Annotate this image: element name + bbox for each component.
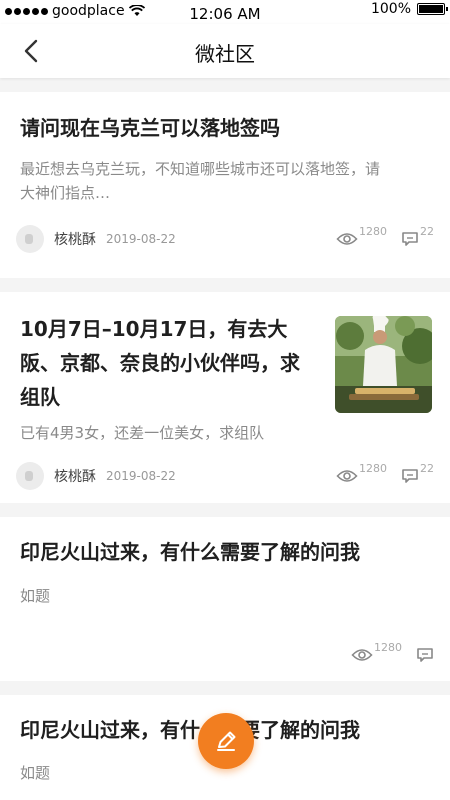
post-card[interactable]: 10月7日–10月17日，有去大阪、京都、奈良的小伙伴吗，求组队 已有4男3女，… <box>0 292 450 503</box>
nav-bar: 微社区 <box>0 24 450 78</box>
battery-fill <box>419 5 443 13</box>
post-meta: 核桃酥 2019-08-22 1280 22 <box>16 225 434 253</box>
author-name[interactable]: 核桃酥 <box>54 466 96 486</box>
views-stat: 1280 <box>351 641 402 663</box>
status-bar: goodplace 12:06 AM 100% <box>0 0 450 24</box>
comment-icon <box>402 469 418 483</box>
post-title: 10月7日–10月17日，有去大阪、京都、奈良的小伙伴吗，求组队 <box>20 317 300 409</box>
comments-count: 22 <box>420 224 434 238</box>
post-meta: 核桃酥 2019-08-22 1280 22 <box>16 462 434 490</box>
post-title: 印尼火山过来，有什么需要了解的问我 <box>20 540 360 564</box>
post-stats: 1280 <box>351 641 434 663</box>
eye-icon <box>336 233 358 245</box>
page-title: 微社区 <box>195 42 255 66</box>
post-meta: 1280 <box>16 641 434 669</box>
pencil-icon <box>217 731 236 751</box>
views-count: 1280 <box>374 640 402 654</box>
post-card[interactable]: 请问现在乌克兰可以落地签吗 最近想去乌克兰玩，不知道哪些城市还可以落地签，请大神… <box>0 92 450 278</box>
post-thumbnail <box>335 316 432 413</box>
comments-stat[interactable] <box>416 647 434 663</box>
post-title: 请问现在乌克兰可以落地签吗 <box>20 116 280 140</box>
battery-group: 100% <box>370 1 448 17</box>
comments-count: 22 <box>420 461 434 475</box>
comments-stat[interactable]: 22 <box>401 225 434 247</box>
views-count: 1280 <box>359 461 387 475</box>
post-date: 2019-08-22 <box>106 232 176 246</box>
views-stat: 1280 <box>336 225 387 247</box>
post-feed: 请问现在乌克兰可以落地签吗 最近想去乌克兰玩，不知道哪些城市还可以落地签，请大神… <box>0 92 450 800</box>
comment-icon <box>417 648 433 662</box>
views-count: 1280 <box>359 224 387 238</box>
author-name[interactable]: 核桃酥 <box>54 229 96 249</box>
post-card[interactable]: 印尼火山过来，有什么需要了解的问我 如题 1280 <box>0 517 450 681</box>
eye-icon <box>336 470 358 482</box>
post-date: 2019-08-22 <box>106 469 176 483</box>
avatar[interactable] <box>16 225 44 253</box>
battery-icon <box>417 3 448 15</box>
avatar[interactable] <box>16 462 44 490</box>
post-stats: 1280 22 <box>336 462 434 484</box>
post-summary: 如题 <box>20 587 51 605</box>
post-summary: 已有4男3女，还差一位美女，求组队 <box>20 424 265 442</box>
eye-icon <box>351 649 373 661</box>
comment-icon <box>402 232 418 246</box>
chef-photo <box>335 316 432 413</box>
post-summary: 最近想去乌克兰玩，不知道哪些城市还可以落地签，请大神们指点… <box>20 160 381 202</box>
battery-percent: 100% <box>370 1 411 17</box>
post-stats: 1280 22 <box>336 225 434 247</box>
comments-stat[interactable]: 22 <box>401 462 434 484</box>
compose-button[interactable] <box>198 713 254 769</box>
views-stat: 1280 <box>336 462 387 484</box>
